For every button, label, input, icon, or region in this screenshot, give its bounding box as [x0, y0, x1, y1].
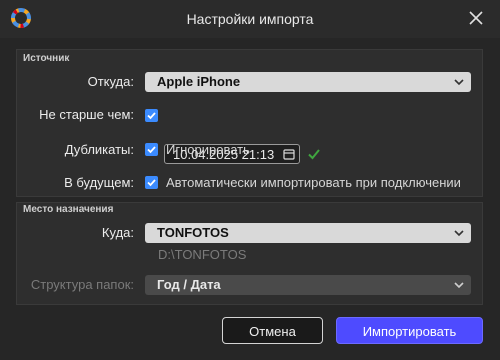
- future-label: В будущем:: [64, 175, 134, 190]
- future-option-label[interactable]: Автоматически импортировать при подключе…: [166, 175, 461, 190]
- duplicates-label: Дубликаты:: [64, 142, 134, 157]
- to-select-value: TONFOTOS: [157, 225, 229, 240]
- folder-structure-label: Структура папок:: [30, 277, 134, 292]
- dialog-title: Настройки импорта: [186, 11, 314, 27]
- valid-check-icon: [308, 149, 320, 160]
- from-label: Откуда:: [87, 74, 134, 89]
- chevron-down-icon: [454, 282, 464, 289]
- title-bar: Настройки импорта: [0, 0, 500, 38]
- destination-path: D:\TONFOTOS: [158, 247, 247, 262]
- source-section-title: Источник: [23, 53, 70, 64]
- folder-structure-select[interactable]: Год / Дата: [145, 275, 471, 295]
- duplicates-option-label[interactable]: Игнорировать: [166, 142, 250, 157]
- checkmark-icon: [147, 146, 156, 154]
- to-select[interactable]: TONFOTOS: [145, 223, 471, 243]
- destination-section-title: Место назначения: [23, 204, 114, 215]
- import-settings-dialog: Источник Откуда: Apple iPhone Не старше …: [0, 38, 500, 360]
- older-than-checkbox[interactable]: [145, 109, 158, 122]
- import-button[interactable]: Импортировать: [336, 317, 483, 344]
- close-icon[interactable]: [466, 8, 486, 28]
- calendar-icon[interactable]: [283, 148, 295, 160]
- checkmark-icon: [147, 179, 156, 187]
- chevron-down-icon: [454, 230, 464, 237]
- chevron-down-icon: [454, 79, 464, 86]
- to-label: Куда:: [101, 225, 134, 240]
- cancel-button[interactable]: Отмена: [222, 317, 323, 344]
- older-than-label: Не старше чем:: [39, 107, 134, 122]
- from-select-value: Apple iPhone: [157, 74, 241, 89]
- checkmark-icon: [147, 112, 156, 120]
- from-select[interactable]: Apple iPhone: [145, 72, 471, 92]
- future-checkbox[interactable]: [145, 176, 158, 189]
- duplicates-checkbox[interactable]: [145, 143, 158, 156]
- folder-structure-value: Год / Дата: [157, 277, 221, 292]
